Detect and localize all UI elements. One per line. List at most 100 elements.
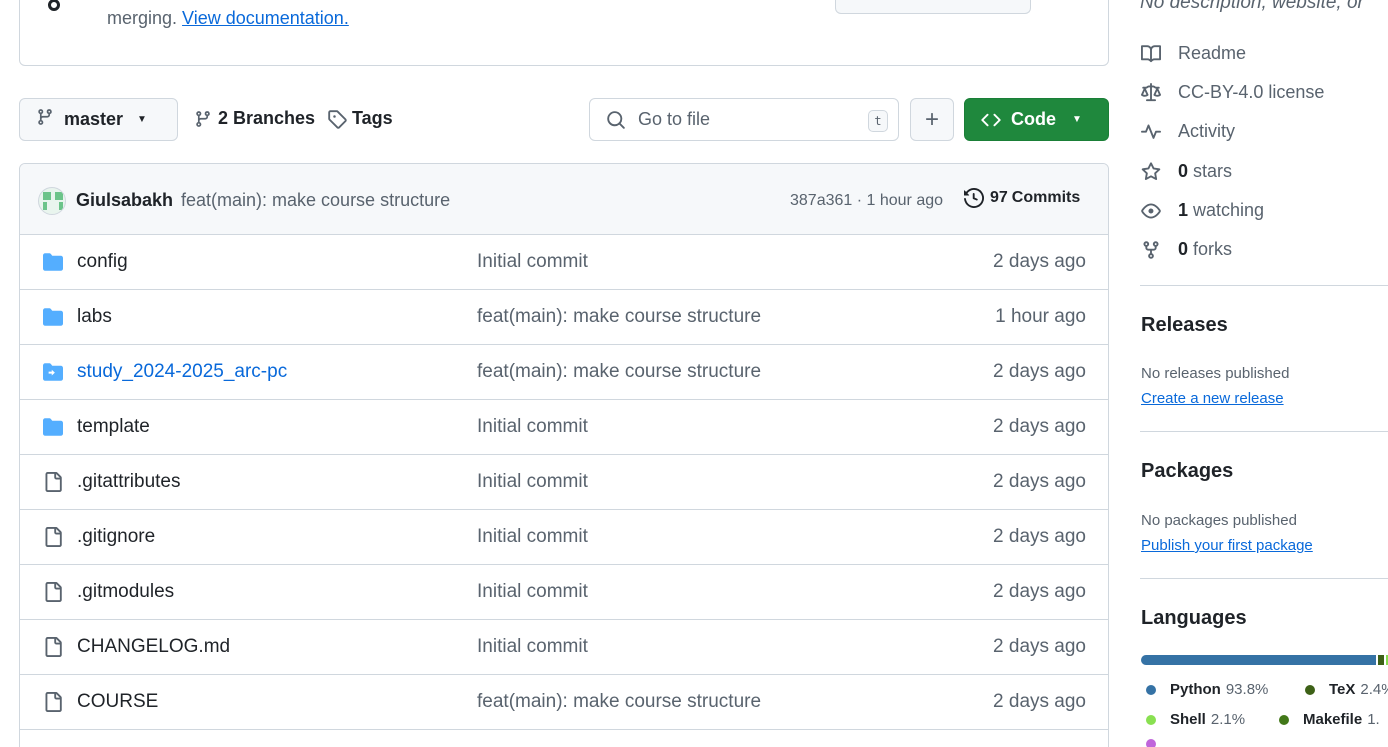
file-commit-message[interactable]: Initial commit: [477, 251, 588, 273]
language-item[interactable]: TeX2.4%: [1305, 681, 1388, 698]
stars-text: 0 stars: [1178, 161, 1232, 182]
activity-label: Activity: [1178, 121, 1236, 141]
code-icon: [981, 110, 1001, 130]
file-table: Giulsabakh feat(main): make course struc…: [19, 163, 1109, 747]
publish-package-link[interactable]: Publish your first package: [1141, 537, 1313, 554]
file-name[interactable]: labs: [77, 306, 112, 328]
file-row[interactable]: template Initial commit 2 days ago: [20, 400, 1108, 455]
language-dot-icon: [1279, 714, 1289, 725]
commits-history-link[interactable]: 97 Commits: [964, 188, 1080, 208]
file-commit-message[interactable]: Initial commit: [477, 416, 588, 438]
file-commit-message[interactable]: feat(main): make course structure: [477, 361, 761, 383]
file-name[interactable]: config: [77, 251, 128, 273]
language-bar-segment: [1377, 655, 1384, 665]
file-icon: [42, 472, 64, 498]
forks-count: 0: [1178, 239, 1189, 259]
branches-link[interactable]: 2 Branches: [194, 108, 315, 129]
file-commit-message[interactable]: Initial commit: [477, 581, 588, 603]
license-label: CC-BY-4.0 license: [1178, 82, 1325, 102]
watching-link[interactable]: 1 watching: [1140, 200, 1264, 221]
file-row[interactable]: .gitattributes Initial commit 2 days ago: [20, 455, 1108, 510]
code-button[interactable]: Code ▼: [964, 98, 1109, 141]
commit-hash-time[interactable]: 387a361 · 1 hour ago: [790, 192, 943, 210]
file-list: config Initial commit 2 days ago labs feat(m…: [20, 235, 1108, 730]
language-item[interactable]: Shell 2.1%: [1146, 711, 1245, 728]
eye-icon: [1140, 201, 1162, 221]
file-row[interactable]: .gitignore Initial commit 2 days ago: [20, 510, 1108, 565]
language-bar-segment: [1141, 655, 1376, 665]
folder-icon: [42, 417, 64, 443]
file-commit-message[interactable]: Initial commit: [477, 471, 588, 493]
language-dot-icon: [1146, 714, 1156, 725]
go-to-file-input[interactable]: Go to file t: [589, 98, 899, 141]
file-commit-message[interactable]: feat(main): make course structure: [477, 306, 761, 328]
file-icon: [42, 637, 64, 663]
file-commit-message[interactable]: Initial commit: [477, 526, 588, 548]
folder-icon: [42, 252, 64, 278]
file-row[interactable]: labs feat(main): make course structure 1 h…: [20, 290, 1108, 345]
commits-count: 97: [990, 189, 1008, 206]
forks-link[interactable]: 0 forks: [1140, 239, 1232, 260]
file-commit-date: 2 days ago: [993, 251, 1086, 272]
tags-link[interactable]: Tags: [327, 108, 393, 129]
file-row[interactable]: .gitmodules Initial commit 2 days ago: [20, 565, 1108, 620]
file-commit-message[interactable]: feat(main): make course structure: [477, 691, 761, 713]
readme-link[interactable]: Readme: [1140, 43, 1246, 64]
file-name[interactable]: COURSE: [77, 691, 158, 713]
file-commit-message[interactable]: Initial commit: [477, 636, 588, 658]
language-name: Shell: [1170, 711, 1206, 728]
file-icon: [42, 692, 64, 718]
stars-count: 0: [1178, 161, 1189, 181]
releases-heading[interactable]: Releases: [1141, 314, 1228, 337]
tags-label: Tags: [352, 108, 393, 128]
file-name[interactable]: .gitmodules: [77, 581, 174, 603]
language-item[interactable]: [1146, 739, 1175, 747]
license-link[interactable]: CC-BY-4.0 license: [1140, 82, 1324, 103]
file-name[interactable]: .gitignore: [77, 526, 155, 548]
keyboard-shortcut-hint: t: [868, 110, 888, 132]
file-name[interactable]: template: [77, 416, 150, 438]
plus-icon: +: [924, 105, 939, 133]
pulse-icon: [1140, 122, 1162, 142]
language-name: TeX: [1329, 681, 1356, 698]
language-dot-icon: [1146, 739, 1156, 747]
file-icon: [42, 582, 64, 608]
language-percent: 2.4%: [1360, 681, 1388, 698]
banner-button[interactable]: [835, 0, 1031, 14]
forks-label: forks: [1193, 239, 1233, 259]
file-name[interactable]: CHANGELOG.md: [77, 636, 230, 658]
info-banner: merging. View documentation.: [19, 0, 1109, 66]
branches-label: Branches: [233, 108, 316, 128]
add-file-button[interactable]: +: [910, 98, 954, 141]
file-name[interactable]: .gitattributes: [77, 471, 181, 493]
file-icon: [42, 527, 64, 553]
file-commit-date: 2 days ago: [993, 361, 1086, 382]
file-row[interactable]: CHANGELOG.md Initial commit 2 days ago: [20, 620, 1108, 675]
file-commit-date: 1 hour ago: [995, 306, 1086, 327]
divider: [1140, 285, 1388, 286]
divider: [1140, 431, 1388, 432]
activity-link[interactable]: Activity: [1140, 121, 1235, 142]
file-row[interactable]: study_2024-2025_arc-pc feat(main): make c…: [20, 345, 1108, 400]
language-name: Python: [1170, 681, 1221, 698]
view-documentation-link[interactable]: View documentation.: [182, 8, 349, 28]
file-commit-date: 2 days ago: [993, 526, 1086, 547]
branch-selector-button[interactable]: master ▼: [19, 98, 178, 141]
create-release-link[interactable]: Create a new release: [1141, 390, 1284, 407]
language-item[interactable]: Python 93.8%: [1146, 681, 1268, 698]
stars-link[interactable]: 0 stars: [1140, 161, 1232, 182]
file-name[interactable]: study_2024-2025_arc-pc: [77, 361, 287, 383]
language-percent: 1.: [1367, 711, 1380, 728]
packages-heading[interactable]: Packages: [1141, 460, 1233, 483]
commit-message[interactable]: feat(main): make course structure: [181, 190, 450, 211]
search-placeholder: Go to file: [638, 109, 711, 129]
search-icon: [606, 110, 626, 130]
file-row[interactable]: COURSE feat(main): make course structure 2…: [20, 675, 1108, 730]
language-item[interactable]: Makefile 1.: [1279, 711, 1380, 728]
file-commit-date: 2 days ago: [993, 471, 1086, 492]
commit-author[interactable]: Giulsabakh: [76, 190, 173, 211]
avatar[interactable]: [38, 187, 66, 215]
folder-icon: [42, 307, 64, 333]
history-icon: [964, 188, 984, 208]
file-row[interactable]: config Initial commit 2 days ago: [20, 235, 1108, 290]
